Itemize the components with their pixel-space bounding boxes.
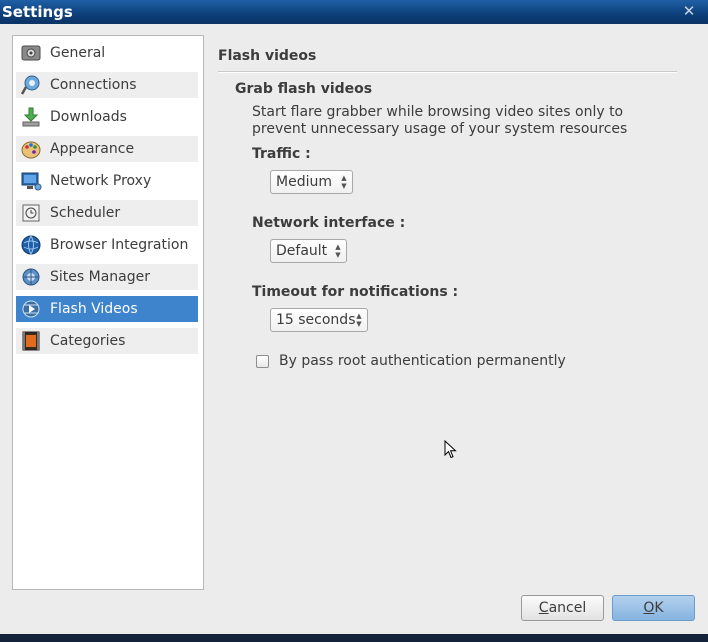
timeout-select-value: 15 seconds <box>276 312 356 328</box>
sidebar-item-sites-manager[interactable]: Sites Manager <box>16 264 198 290</box>
network-proxy-icon <box>20 170 42 192</box>
bypass-root-auth-option[interactable]: By pass root authentication permanently <box>256 353 566 369</box>
sidebar-item-label: Sites Manager <box>50 269 150 285</box>
network-interface-select[interactable]: Default ▲ ▼ <box>270 239 347 263</box>
cancel-button[interactable]: Cancel <box>521 595 604 621</box>
appearance-icon <box>20 138 42 160</box>
ok-label: K <box>654 600 664 616</box>
sidebar-item-label: General <box>50 45 106 61</box>
settings-window: Settings ✕ General Connections Downloads <box>0 0 708 642</box>
sites-manager-icon <box>20 266 42 288</box>
browser-integration-icon <box>20 234 42 256</box>
sidebar-item-appearance[interactable]: Appearance <box>16 136 198 162</box>
spin-arrows-icon: ▲ ▼ <box>335 243 341 259</box>
timeout-select[interactable]: 15 seconds ▲ ▼ <box>270 308 368 332</box>
network-interface-label: Network interface : <box>252 215 406 231</box>
bypass-root-auth-checkbox[interactable] <box>256 354 269 368</box>
window-bottom-border <box>0 634 708 642</box>
sidebar-item-connections[interactable]: Connections <box>16 72 198 98</box>
connections-icon <box>20 74 42 96</box>
section-title: Flash videos <box>218 48 317 64</box>
flash-videos-icon <box>20 298 42 320</box>
sidebar-item-downloads[interactable]: Downloads <box>16 104 198 130</box>
group-description: Start flare grabber while browsing video… <box>252 104 628 137</box>
sidebar-item-label: Appearance <box>50 141 135 157</box>
sidebar-item-categories[interactable]: Categories <box>16 328 198 354</box>
categories-icon <box>20 330 42 352</box>
sidebar-item-label: Connections <box>50 77 137 93</box>
settings-panel: Flash videos Grab flash videos Start fla… <box>218 44 678 584</box>
section-divider <box>218 71 677 73</box>
cancel-mnemonic: C <box>538 600 549 616</box>
traffic-select-value: Medium <box>276 174 332 190</box>
spin-arrows-icon: ▲ ▼ <box>356 312 362 328</box>
timeout-label: Timeout for notifications : <box>252 284 459 300</box>
sidebar-item-label: Flash Videos <box>50 301 138 317</box>
traffic-select[interactable]: Medium ▲ ▼ <box>270 170 353 194</box>
ok-button[interactable]: OK <box>612 595 695 621</box>
traffic-label: Traffic : <box>252 146 311 162</box>
title-bar[interactable]: Settings ✕ <box>0 0 708 24</box>
group-title: Grab flash videos <box>235 81 373 97</box>
sidebar-item-scheduler[interactable]: Scheduler <box>16 200 198 226</box>
sidebar-item-flash-videos[interactable]: Flash Videos <box>16 296 198 322</box>
downloads-icon <box>20 106 42 128</box>
sidebar-item-general[interactable]: General <box>16 40 198 66</box>
sidebar-item-label: Categories <box>50 333 126 349</box>
close-icon[interactable]: ✕ <box>680 2 698 20</box>
sidebar-item-label: Network Proxy <box>50 173 152 189</box>
mouse-cursor-icon <box>444 440 457 459</box>
spin-arrows-icon: ▲ ▼ <box>341 174 347 190</box>
settings-category-list[interactable]: General Connections Downloads Appearance… <box>12 35 204 590</box>
sidebar-item-browser-integration[interactable]: Browser Integration <box>16 232 198 258</box>
sidebar-item-label: Scheduler <box>50 205 121 221</box>
scheduler-icon <box>20 202 42 224</box>
general-icon <box>20 42 42 64</box>
network-interface-select-value: Default <box>276 243 328 259</box>
ok-mnemonic: O <box>643 600 655 616</box>
window-title: Settings <box>2 3 73 21</box>
sidebar-item-label: Browser Integration <box>50 237 189 253</box>
sidebar-item-network-proxy[interactable]: Network Proxy <box>16 168 198 194</box>
sidebar-item-label: Downloads <box>50 109 127 125</box>
cancel-label: ancel <box>548 600 587 616</box>
bypass-root-auth-label[interactable]: By pass root authentication permanently <box>279 353 566 369</box>
